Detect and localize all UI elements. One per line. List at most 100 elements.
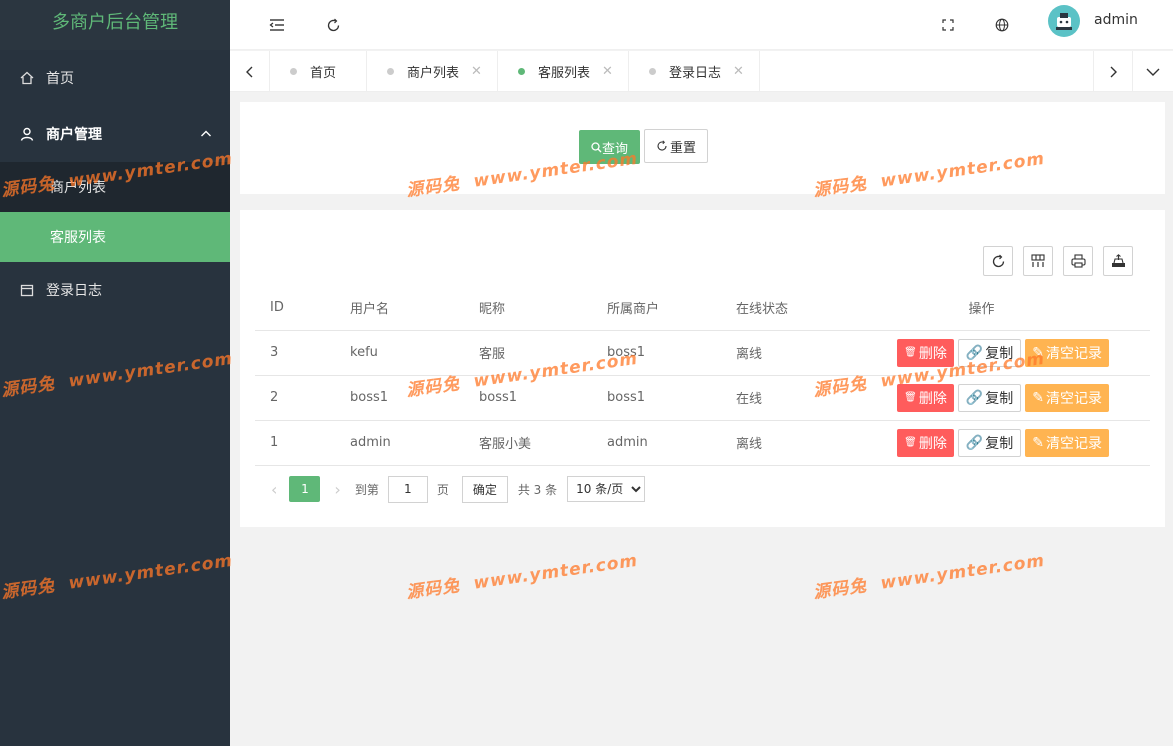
columns-filter-icon[interactable] <box>1023 246 1053 276</box>
clear-records-button[interactable]: ✎ 清空记录 <box>1025 428 1109 457</box>
sidebar-item-label: 客服列表 <box>50 230 106 246</box>
sidebar: 多商户后台管理 首页 商户管理 商户列表 客服列表 登录日志 <box>0 0 230 746</box>
tab-home[interactable]: 首页 <box>270 51 367 92</box>
export-icon[interactable] <box>1103 246 1133 276</box>
tab-service-list[interactable]: 客服列表 ✕ <box>498 51 629 92</box>
link-icon: 🔗 <box>965 344 984 361</box>
cell-id: 2 <box>255 375 335 421</box>
search-panel: 查询 重置 <box>240 102 1165 194</box>
table-row: 1 admin 客服小美 admin 离线 🗑 删除 🔗 复制 ✎ 清空记录 <box>255 420 1150 466</box>
trash-icon: 🗑 <box>904 347 917 358</box>
table-refresh-icon[interactable] <box>983 246 1013 276</box>
link-icon: 🔗 <box>965 434 984 451</box>
top-header: admin <box>230 0 1173 50</box>
column-header[interactable]: 所属商户 <box>592 285 721 331</box>
delete-button[interactable]: 🗑 删除 <box>897 428 954 457</box>
username[interactable]: admin <box>1094 12 1138 28</box>
close-icon[interactable]: ✕ <box>471 64 482 79</box>
tab-status-dot <box>518 68 525 75</box>
cell-status: 离线 <box>721 420 849 466</box>
clear-label: 清空记录 <box>1046 435 1102 452</box>
watermark-brand: 源码兔 <box>405 575 462 604</box>
close-icon[interactable]: ✕ <box>602 64 613 79</box>
user-icon <box>20 127 34 141</box>
next-page-icon[interactable]: › <box>334 480 348 499</box>
sidebar-item-home[interactable]: 首页 <box>0 50 230 106</box>
avatar[interactable] <box>1048 5 1080 37</box>
watermark-url: www.ymter.com <box>879 550 1047 594</box>
delete-button[interactable]: 🗑 删除 <box>897 383 954 412</box>
cell-nickname: 客服小美 <box>464 420 592 466</box>
reset-button-label: 重置 <box>669 140 696 156</box>
sidebar-item-login-log[interactable]: 登录日志 <box>0 262 230 318</box>
broom-icon: ✎ <box>1032 344 1044 361</box>
copy-button[interactable]: 🔗 复制 <box>957 338 1022 367</box>
trash-icon: 🗑 <box>904 392 917 403</box>
sidebar-submenu: 商户列表 客服列表 <box>0 162 230 262</box>
sidebar-item-service-list[interactable]: 客服列表 <box>0 212 230 262</box>
close-icon[interactable]: ✕ <box>733 64 744 79</box>
tab-menu-chevron-down-icon[interactable] <box>1133 51 1173 92</box>
copy-button[interactable]: 🔗 复制 <box>957 383 1022 412</box>
delete-label: 删除 <box>918 435 947 452</box>
tab-scroll-right-icon[interactable] <box>1093 51 1133 92</box>
tab-label: 商户列表 <box>407 66 460 81</box>
column-header[interactable]: 昵称 <box>464 285 592 331</box>
clear-records-button[interactable]: ✎ 清空记录 <box>1025 338 1109 367</box>
confirm-page-button[interactable]: 确定 <box>461 475 508 503</box>
service-table: ID 用户名 昵称 所属商户 在线状态 操作 3 kefu 客服 boss1 离… <box>255 285 1150 466</box>
page-number-current[interactable]: 1 <box>289 476 321 502</box>
column-header[interactable]: 操作 <box>849 285 1150 331</box>
cell-username: admin <box>335 420 464 466</box>
copy-label: 复制 <box>985 435 1014 452</box>
tab-merchant-list[interactable]: 商户列表 ✕ <box>367 51 498 92</box>
page-input[interactable] <box>387 475 428 503</box>
cell-nickname: boss1 <box>464 375 592 421</box>
broom-icon: ✎ <box>1032 434 1044 451</box>
reset-button[interactable]: 重置 <box>644 129 708 163</box>
cell-status: 离线 <box>721 330 849 376</box>
clear-label: 清空记录 <box>1046 345 1102 362</box>
query-button[interactable]: 查询 <box>579 130 640 164</box>
cell-merchant: boss1 <box>592 330 721 376</box>
column-header[interactable]: 用户名 <box>335 285 464 331</box>
tab-scroll-left-icon[interactable] <box>230 51 270 92</box>
menu-collapse-icon[interactable] <box>262 10 292 40</box>
prev-page-icon[interactable]: ‹ <box>265 480 283 499</box>
copy-label: 复制 <box>985 390 1014 407</box>
tab-label: 客服列表 <box>538 66 591 81</box>
tab-label: 登录日志 <box>669 66 722 81</box>
sidebar-item-label: 登录日志 <box>46 283 102 299</box>
column-header[interactable]: ID <box>255 285 335 331</box>
query-button-label: 查询 <box>601 141 628 157</box>
print-icon[interactable] <box>1063 246 1093 276</box>
delete-label: 删除 <box>918 390 947 407</box>
delete-button[interactable]: 🗑 删除 <box>897 338 954 367</box>
clear-records-button[interactable]: ✎ 清空记录 <box>1025 383 1109 412</box>
tab-label: 首页 <box>310 66 337 81</box>
pagination: ‹ 1 › 到第 页 确定 共 3 条 10 条/页 <box>265 475 646 503</box>
tab-login-log[interactable]: 登录日志 ✕ <box>629 51 760 92</box>
sidebar-item-merchant-management[interactable]: 商户管理 <box>0 106 230 162</box>
tab-status-dot <box>290 68 297 75</box>
column-header[interactable]: 在线状态 <box>721 285 849 331</box>
chevron-up-icon <box>200 128 212 140</box>
delete-label: 删除 <box>918 345 947 362</box>
calendar-icon <box>20 283 34 297</box>
table-panel: ID 用户名 昵称 所属商户 在线状态 操作 3 kefu 客服 boss1 离… <box>240 210 1165 527</box>
cell-nickname: 客服 <box>464 330 592 376</box>
watermark: 源码兔 www.ymter.com <box>811 546 1046 603</box>
fullscreen-icon[interactable] <box>933 10 963 40</box>
reset-icon <box>657 140 667 151</box>
sidebar-item-merchant-list[interactable]: 商户列表 <box>0 162 230 212</box>
broom-icon: ✎ <box>1032 389 1044 406</box>
copy-label: 复制 <box>985 345 1014 362</box>
globe-icon[interactable] <box>987 10 1017 40</box>
cell-username: boss1 <box>335 375 464 421</box>
refresh-icon[interactable] <box>318 10 348 40</box>
page-size-select[interactable]: 10 条/页 <box>567 476 646 502</box>
table-row: 2 boss1 boss1 boss1 在线 🗑 删除 🔗 复制 ✎ 清空记录 <box>255 375 1150 421</box>
cell-username: kefu <box>335 330 464 376</box>
copy-button[interactable]: 🔗 复制 <box>957 428 1022 457</box>
home-icon <box>20 71 34 85</box>
